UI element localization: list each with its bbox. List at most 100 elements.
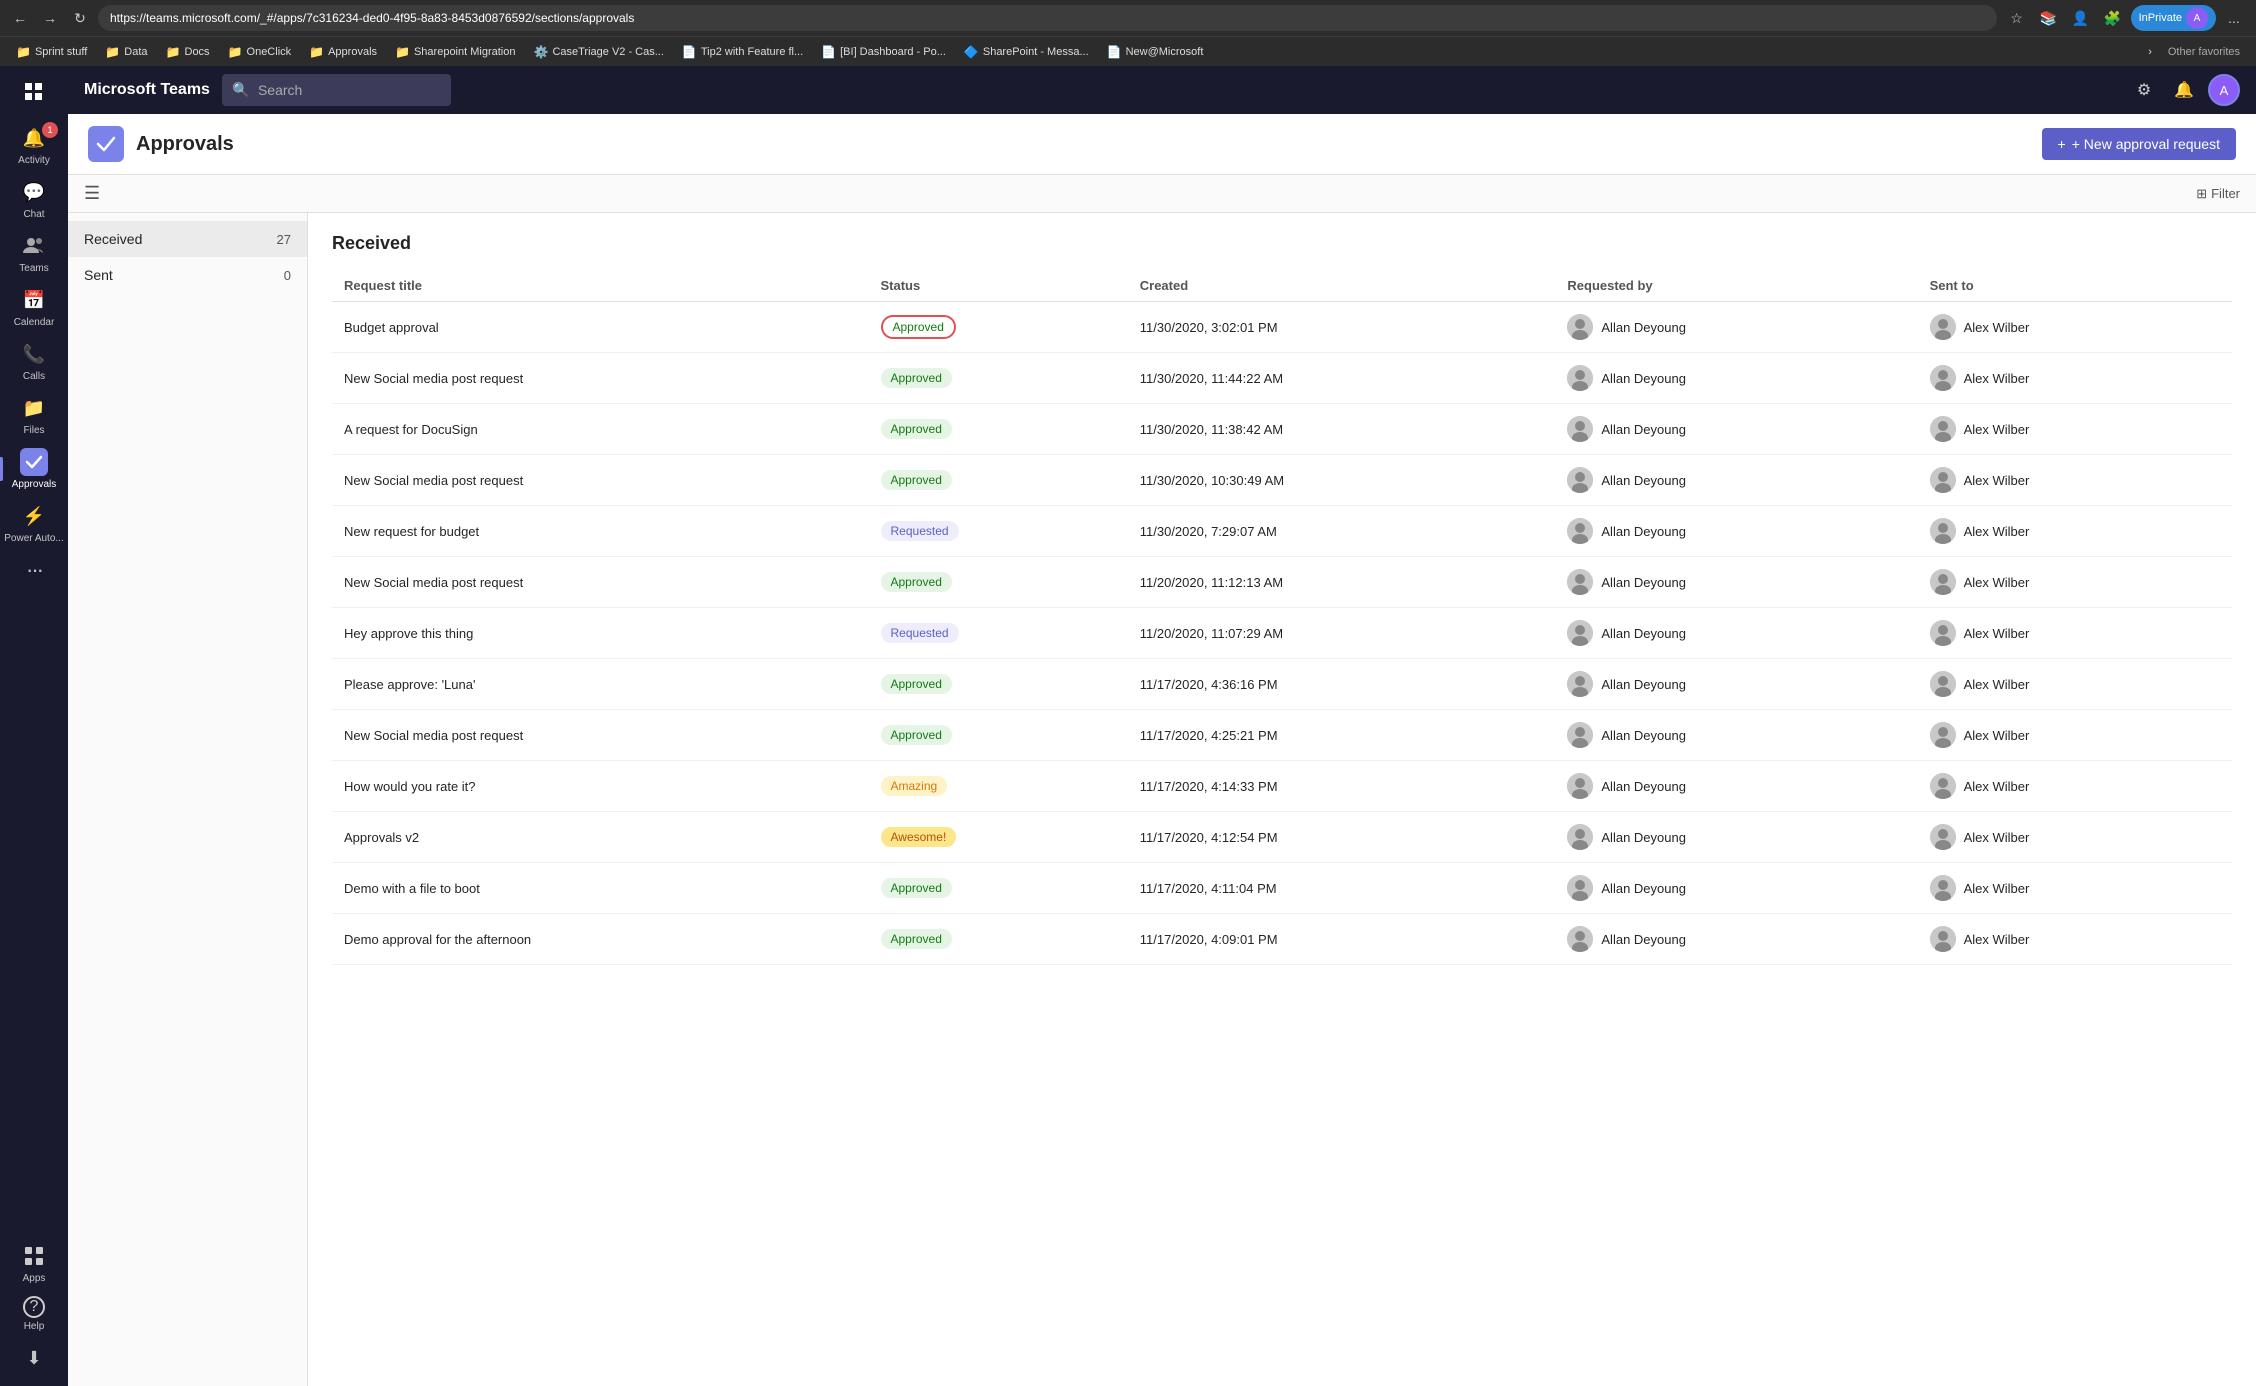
table-row[interactable]: Demo approval for the afternoon Approved… — [332, 914, 2232, 965]
status-badge: Approved — [881, 470, 952, 490]
status-badge: Approved — [881, 878, 952, 898]
sidebar-item-help[interactable]: ? Help — [0, 1290, 68, 1338]
table-row[interactable]: Demo with a file to boot Approved 11/17/… — [332, 863, 2232, 914]
bookmark-approvals[interactable]: 📁 Approvals — [301, 43, 385, 61]
table-row[interactable]: Budget approval Approved 11/30/2020, 3:0… — [332, 302, 2232, 353]
star-button[interactable]: ☆ — [2003, 4, 2031, 32]
cell-requested-by: Allan Deyoung — [1555, 353, 1917, 404]
bookmark-sprint-stuff[interactable]: 📁 Sprint stuff — [8, 43, 95, 61]
table-row[interactable]: Approvals v2 Awesome! 11/17/2020, 4:12:5… — [332, 812, 2232, 863]
avatar — [1567, 926, 1593, 952]
bookmarks-right: › Other favorites — [2140, 44, 2248, 60]
teams-app: 🔔 Activity 1 💬 Chat Teams 📅 Calendar — [0, 66, 2256, 1386]
status-badge: Amazing — [881, 776, 948, 796]
sidebar-item-teams[interactable]: Teams — [0, 226, 68, 280]
cell-title: New request for budget — [332, 506, 869, 557]
refresh-button[interactable]: ↻ — [68, 6, 92, 30]
avatar — [1567, 518, 1593, 544]
person-name: Allan Deyoung — [1601, 932, 1686, 947]
sidebar-item-calls[interactable]: 📞 Calls — [0, 334, 68, 388]
cell-status: Approved — [869, 302, 1128, 353]
status-badge: Approved — [881, 674, 952, 694]
inprivate-button[interactable]: InPrivate A — [2131, 5, 2216, 31]
sidebar-item-label: Activity — [18, 155, 50, 166]
sidebar-item-apps[interactable]: Apps — [0, 1236, 68, 1290]
browser-menu-button[interactable]: ... — [2220, 4, 2248, 32]
collections-button[interactable]: 📚 — [2035, 4, 2063, 32]
cell-status: Approved — [869, 914, 1128, 965]
main-content: Microsoft Teams 🔍 ⚙ 🔔 A Approvals — [68, 66, 2256, 1386]
bookmark-data[interactable]: 📁 Data — [97, 43, 155, 61]
sidebar-item-label: Teams — [19, 263, 48, 274]
table-row[interactable]: A request for DocuSign Approved 11/30/20… — [332, 404, 2232, 455]
avatar — [1567, 875, 1593, 901]
person-name: Alex Wilber — [1964, 881, 2030, 896]
extensions-button[interactable]: 🧩 — [2099, 4, 2127, 32]
files-icon: 📁 — [20, 394, 48, 422]
status-badge: Approved — [881, 929, 952, 949]
other-favorites-label: Other favorites — [2168, 46, 2240, 58]
sidebar-item-power-automate[interactable]: ⚡ Power Auto... — [0, 496, 68, 550]
section-title: Received — [332, 233, 2232, 254]
sidebar-item-calendar[interactable]: 📅 Calendar — [0, 280, 68, 334]
nav-item-received[interactable]: Received 27 — [68, 221, 307, 257]
folder-icon: 📁 — [395, 45, 410, 59]
status-badge: Requested — [881, 521, 959, 541]
notification-button[interactable]: 🔔 — [2168, 74, 2200, 106]
nav-item-sent[interactable]: Sent 0 — [68, 257, 307, 293]
nav-sent-count: 0 — [284, 268, 291, 283]
cell-created: 11/30/2020, 11:38:42 AM — [1128, 404, 1556, 455]
bookmark-bi-dashboard[interactable]: 📄 [BI] Dashboard - Po... — [813, 43, 954, 61]
more-bookmarks-button[interactable]: › — [2140, 44, 2160, 60]
search-input[interactable] — [222, 74, 451, 106]
filter-button[interactable]: ⊞ Filter — [2196, 186, 2240, 202]
sidebar-item-chat[interactable]: 💬 Chat — [0, 172, 68, 226]
cell-created: 11/17/2020, 4:36:16 PM — [1128, 659, 1556, 710]
bookmark-casetriage[interactable]: ⚙️ CaseTriage V2 - Cas... — [525, 43, 671, 61]
avatar — [1930, 722, 1956, 748]
sidebar-item-download[interactable]: ⬇ — [0, 1338, 68, 1378]
new-approval-request-button[interactable]: + + New approval request — [2042, 128, 2236, 160]
bookmark-tip2[interactable]: 📄 Tip2 with Feature fl... — [674, 43, 811, 61]
person-name: Allan Deyoung — [1601, 626, 1686, 641]
sidebar-item-files[interactable]: 📁 Files — [0, 388, 68, 442]
table-row[interactable]: New request for budget Requested 11/30/2… — [332, 506, 2232, 557]
table-row[interactable]: New Social media post request Approved 1… — [332, 353, 2232, 404]
bookmark-new-microsoft[interactable]: 📄 New@Microsoft — [1099, 43, 1212, 61]
cell-status: Requested — [869, 608, 1128, 659]
cell-sent-to: Alex Wilber — [1918, 506, 2232, 557]
sidebar-item-more[interactable]: ··· — [0, 550, 68, 590]
address-bar[interactable] — [98, 5, 1997, 31]
bookmark-oneclick[interactable]: 📁 OneClick — [220, 43, 300, 61]
settings-button[interactable]: ⚙ — [2128, 74, 2160, 106]
sidebar-item-approvals[interactable]: Approvals — [0, 442, 68, 496]
back-button[interactable]: ← — [8, 6, 32, 30]
forward-button[interactable]: → — [38, 6, 62, 30]
profile-button[interactable]: 👤 — [2067, 4, 2095, 32]
col-header-status: Status — [869, 270, 1128, 302]
bookmark-sharepoint-migration[interactable]: 📁 Sharepoint Migration — [387, 43, 523, 61]
table-row[interactable]: Please approve: 'Luna' Approved 11/17/20… — [332, 659, 2232, 710]
table-row[interactable]: New Social media post request Approved 1… — [332, 710, 2232, 761]
bookmark-docs[interactable]: 📁 Docs — [158, 43, 218, 61]
bookmark-label: New@Microsoft — [1126, 46, 1204, 58]
sidebar-item-label: Calendar — [14, 317, 55, 328]
app-launcher-button[interactable] — [16, 74, 52, 110]
hamburger-button[interactable]: ☰ — [84, 183, 100, 204]
cell-title: A request for DocuSign — [332, 404, 869, 455]
table-row[interactable]: Hey approve this thing Requested 11/20/2… — [332, 608, 2232, 659]
table-row[interactable]: New Social media post request Approved 1… — [332, 557, 2232, 608]
approvals-icon — [20, 448, 48, 476]
table-row[interactable]: New Social media post request Approved 1… — [332, 455, 2232, 506]
person-name: Allan Deyoung — [1601, 881, 1686, 896]
sidebar-item-activity[interactable]: 🔔 Activity 1 — [0, 118, 68, 172]
other-favorites[interactable]: Other favorites — [2160, 44, 2248, 60]
cell-status: Approved — [869, 863, 1128, 914]
cell-sent-to: Alex Wilber — [1918, 914, 2232, 965]
folder-icon: 📁 — [16, 45, 31, 59]
cell-status: Approved — [869, 455, 1128, 506]
table-row[interactable]: How would you rate it? Amazing 11/17/202… — [332, 761, 2232, 812]
bookmark-sharepoint[interactable]: 🔷 SharePoint - Messa... — [956, 43, 1097, 61]
avatar — [1930, 416, 1956, 442]
user-avatar[interactable]: A — [2208, 74, 2240, 106]
